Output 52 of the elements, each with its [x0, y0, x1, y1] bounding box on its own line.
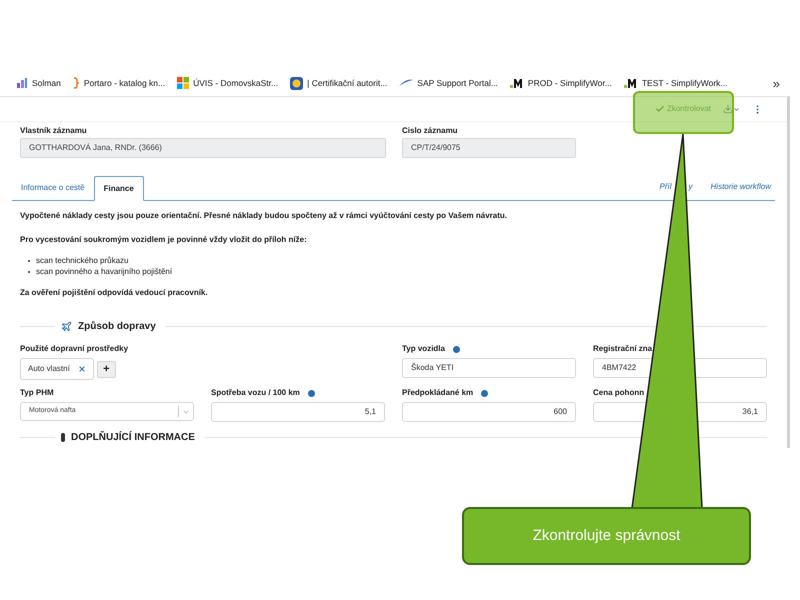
- add-button[interactable]: +: [96, 360, 116, 378]
- more-bookmarks-button[interactable]: »: [772, 76, 780, 90]
- bar-chart-icon: [16, 77, 28, 89]
- callout-box: Zkontrolujte správnost: [462, 507, 751, 565]
- pill-icon: [61, 433, 65, 442]
- field-label: Spotřeba vozu / 100 km: [211, 387, 300, 399]
- field-label: Vlastník záznamu: [20, 125, 88, 137]
- airplane-icon: [61, 321, 72, 332]
- m-logo-icon: [624, 78, 638, 88]
- section-heading: DOPLŇUJÍCÍ INFORMACE: [71, 430, 195, 445]
- remove-icon[interactable]: [78, 365, 86, 373]
- field-label: Cena pohonn: [593, 387, 644, 399]
- tab[interactable]: Informace o cestě: [12, 175, 94, 200]
- distance-field[interactable]: 600: [402, 402, 576, 422]
- checkmark-icon: [654, 104, 665, 114]
- section-heading: Způsob dopravy: [78, 320, 156, 334]
- field-label: Cislo záznamu: [402, 125, 459, 137]
- transport-tag: Auto vlastní: [20, 358, 94, 380]
- consumption-field[interactable]: 5,1: [211, 402, 385, 422]
- field-label: Předpokládané km: [402, 387, 474, 399]
- readonly-field: CP/T/24/9075: [402, 138, 576, 158]
- attachment-item: scan technického průkazu: [36, 255, 128, 266]
- help-icon: [308, 390, 315, 396]
- shield-icon: [290, 76, 304, 90]
- field-label: Registrační zna: [593, 343, 652, 355]
- attachments-link-fragment[interactable]: Příl: [660, 181, 672, 193]
- private-vehicle-note: Pro vycestování soukromým vozidlem je povinné vždy vložit do příloh níže:: [20, 234, 308, 246]
- tab[interactable]: Finance: [94, 176, 144, 201]
- bookmark-link[interactable]: ÚVIS - DomovskaStr...: [177, 76, 278, 90]
- brace-icon: [72, 77, 80, 89]
- bookmark-link[interactable]: | Certifikační autorit...: [290, 76, 388, 90]
- bookmark-link[interactable]: Portaro - katalog kn...: [72, 76, 166, 90]
- bookmark-link[interactable]: Solman: [16, 76, 61, 90]
- attachment-item: scan povinného a havarijního pojištění: [36, 266, 172, 277]
- field-label: Typ PHM: [20, 387, 54, 399]
- cost-note: Vypočtené náklady cesty jsou pouze orientační. Přesné náklady budou spočteny až v rámci vyúčtování cesty po Vašem návratu.: [20, 210, 508, 222]
- verification-note: Za ověření pojištění odpovídá vedoucí pracovník.: [20, 287, 209, 299]
- download-icon[interactable]: [723, 104, 740, 114]
- help-icon: [481, 390, 488, 396]
- m-logo-icon: [510, 78, 524, 88]
- vehicle-field[interactable]: Škoda YETI: [402, 358, 576, 378]
- field-label: Typ vozidla: [402, 343, 445, 355]
- wing-icon: [399, 78, 414, 88]
- help-icon: [452, 346, 460, 352]
- bookmark-link[interactable]: SAP Support Portal...: [399, 76, 498, 90]
- bookmark-link[interactable]: PROD - SimplifyWor...: [510, 76, 612, 90]
- attachments-link-fragment[interactable]: y: [688, 181, 693, 193]
- readonly-field: GOTTHARDOVÁ Jana, RNDr. (3666): [20, 138, 386, 158]
- four-squares-icon: [177, 77, 190, 89]
- bookmark-link[interactable]: TEST - SimplifyWork...: [624, 76, 728, 90]
- field-label: Použité dopravní prostředky: [20, 343, 128, 355]
- tab-link[interactable]: Historie workflow: [710, 181, 771, 193]
